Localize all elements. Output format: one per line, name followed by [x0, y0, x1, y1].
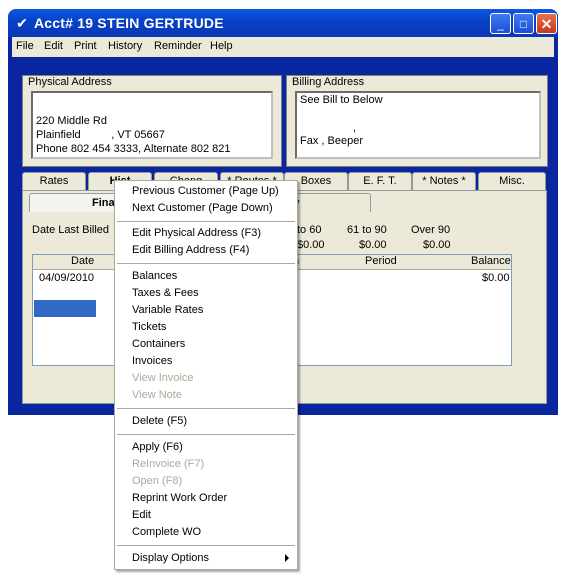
- billing-address-box[interactable]: See Bill to Below , Fax , Beeper: [295, 91, 541, 159]
- minimize-button[interactable]: _: [490, 13, 511, 34]
- menu-edit[interactable]: Edit: [44, 40, 63, 52]
- maximize-button[interactable]: □: [513, 13, 534, 34]
- address-line: Phone 802 454 3333, Alternate 802 821: [36, 143, 231, 155]
- menu-item-edit-physical-address[interactable]: Edit Physical Address (F3): [132, 227, 261, 239]
- billing-address-legend: Billing Address: [292, 76, 365, 88]
- physical-address-legend: Physical Address: [28, 76, 112, 88]
- menu-item-containers[interactable]: Containers: [132, 338, 185, 350]
- aging-column-header: to 60: [297, 224, 322, 236]
- menu-item-invoices[interactable]: Invoices: [132, 355, 172, 367]
- tab-eft[interactable]: E. F. T.: [348, 172, 412, 190]
- column-header-balance[interactable]: Balance: [471, 255, 511, 267]
- address-line: Plainfield , VT 05667: [36, 129, 165, 141]
- address-line: Fax , Beeper: [300, 135, 363, 147]
- address-line: 220 Middle Rd: [36, 115, 107, 127]
- menu-item-balances[interactable]: Balances: [132, 270, 177, 282]
- checkmark-icon[interactable]: ✔: [14, 15, 30, 31]
- aging-value: $0.00: [359, 239, 387, 251]
- aging-value: $0.00: [423, 239, 451, 251]
- menu-bar: File Edit Print History Reminder Help: [12, 37, 554, 57]
- date-last-billed-label: Date Last Billed: [32, 224, 110, 236]
- column-header-period[interactable]: Period: [365, 255, 397, 267]
- menu-item-view-note: View Note: [132, 389, 182, 401]
- menu-item-apply[interactable]: Apply (F6): [132, 441, 183, 453]
- menu-item-edit-billing-address[interactable]: Edit Billing Address (F4): [132, 244, 249, 256]
- aging-column-header: Over 90: [411, 224, 451, 236]
- tab-notes[interactable]: * Notes *: [412, 172, 476, 190]
- aging-value: $0.00: [297, 239, 325, 251]
- tab-rates[interactable]: Rates: [22, 172, 86, 190]
- row-balance[interactable]: $0.00: [482, 272, 510, 284]
- close-button[interactable]: ✕: [536, 13, 557, 34]
- selected-row-highlight[interactable]: [34, 300, 96, 317]
- submenu-arrow-icon: [285, 554, 289, 562]
- menu-separator: [117, 408, 295, 409]
- window-title: Acct# 19 STEIN GERTRUDE: [34, 15, 224, 31]
- menu-history[interactable]: History: [108, 40, 142, 52]
- title-bar[interactable]: ✔ Acct# 19 STEIN GERTRUDE _ □ ✕: [8, 9, 558, 37]
- column-header-date[interactable]: Date: [71, 255, 94, 267]
- billing-address-panel: Billing Address See Bill to Below , Fax …: [286, 75, 548, 167]
- menu-separator: [117, 221, 295, 222]
- context-menu: Previous Customer (Page Up) Next Custome…: [114, 180, 298, 570]
- subtab-financial[interactable]: Fina: [29, 193, 119, 212]
- menu-item-previous-customer[interactable]: Previous Customer (Page Up): [132, 185, 279, 197]
- menu-item-reprint-work-order[interactable]: Reprint Work Order: [132, 492, 227, 504]
- tab-misc[interactable]: Misc.: [478, 172, 546, 190]
- menu-item-tickets[interactable]: Tickets: [132, 321, 166, 333]
- menu-file[interactable]: File: [16, 40, 34, 52]
- menu-print[interactable]: Print: [74, 40, 97, 52]
- menu-item-reinvoice: ReInvoice (F7): [132, 458, 205, 470]
- menu-item-edit[interactable]: Edit: [132, 509, 151, 521]
- address-line: See Bill to Below: [300, 94, 383, 106]
- menu-separator: [117, 545, 295, 546]
- menu-item-open: Open (F8): [132, 475, 183, 487]
- physical-address-panel: Physical Address 220 Middle Rd Plainfiel…: [22, 75, 282, 167]
- menu-separator: [117, 263, 295, 264]
- menu-item-taxes-fees[interactable]: Taxes & Fees: [132, 287, 199, 299]
- aging-column-header: 61 to 90: [347, 224, 387, 236]
- menu-item-variable-rates[interactable]: Variable Rates: [132, 304, 203, 316]
- menu-help[interactable]: Help: [210, 40, 233, 52]
- menu-item-display-options[interactable]: Display Options: [132, 552, 209, 564]
- menu-item-delete[interactable]: Delete (F5): [132, 415, 187, 427]
- menu-item-next-customer[interactable]: Next Customer (Page Down): [132, 202, 273, 214]
- menu-item-view-invoice: View Invoice: [132, 372, 194, 384]
- physical-address-box[interactable]: 220 Middle Rd Plainfield , VT 05667 Phon…: [31, 91, 273, 159]
- address-line: ,: [353, 122, 357, 134]
- menu-item-complete-wo[interactable]: Complete WO: [132, 526, 201, 538]
- row-date[interactable]: 04/09/2010: [39, 272, 94, 284]
- menu-separator: [117, 434, 295, 435]
- menu-reminder[interactable]: Reminder: [154, 40, 202, 52]
